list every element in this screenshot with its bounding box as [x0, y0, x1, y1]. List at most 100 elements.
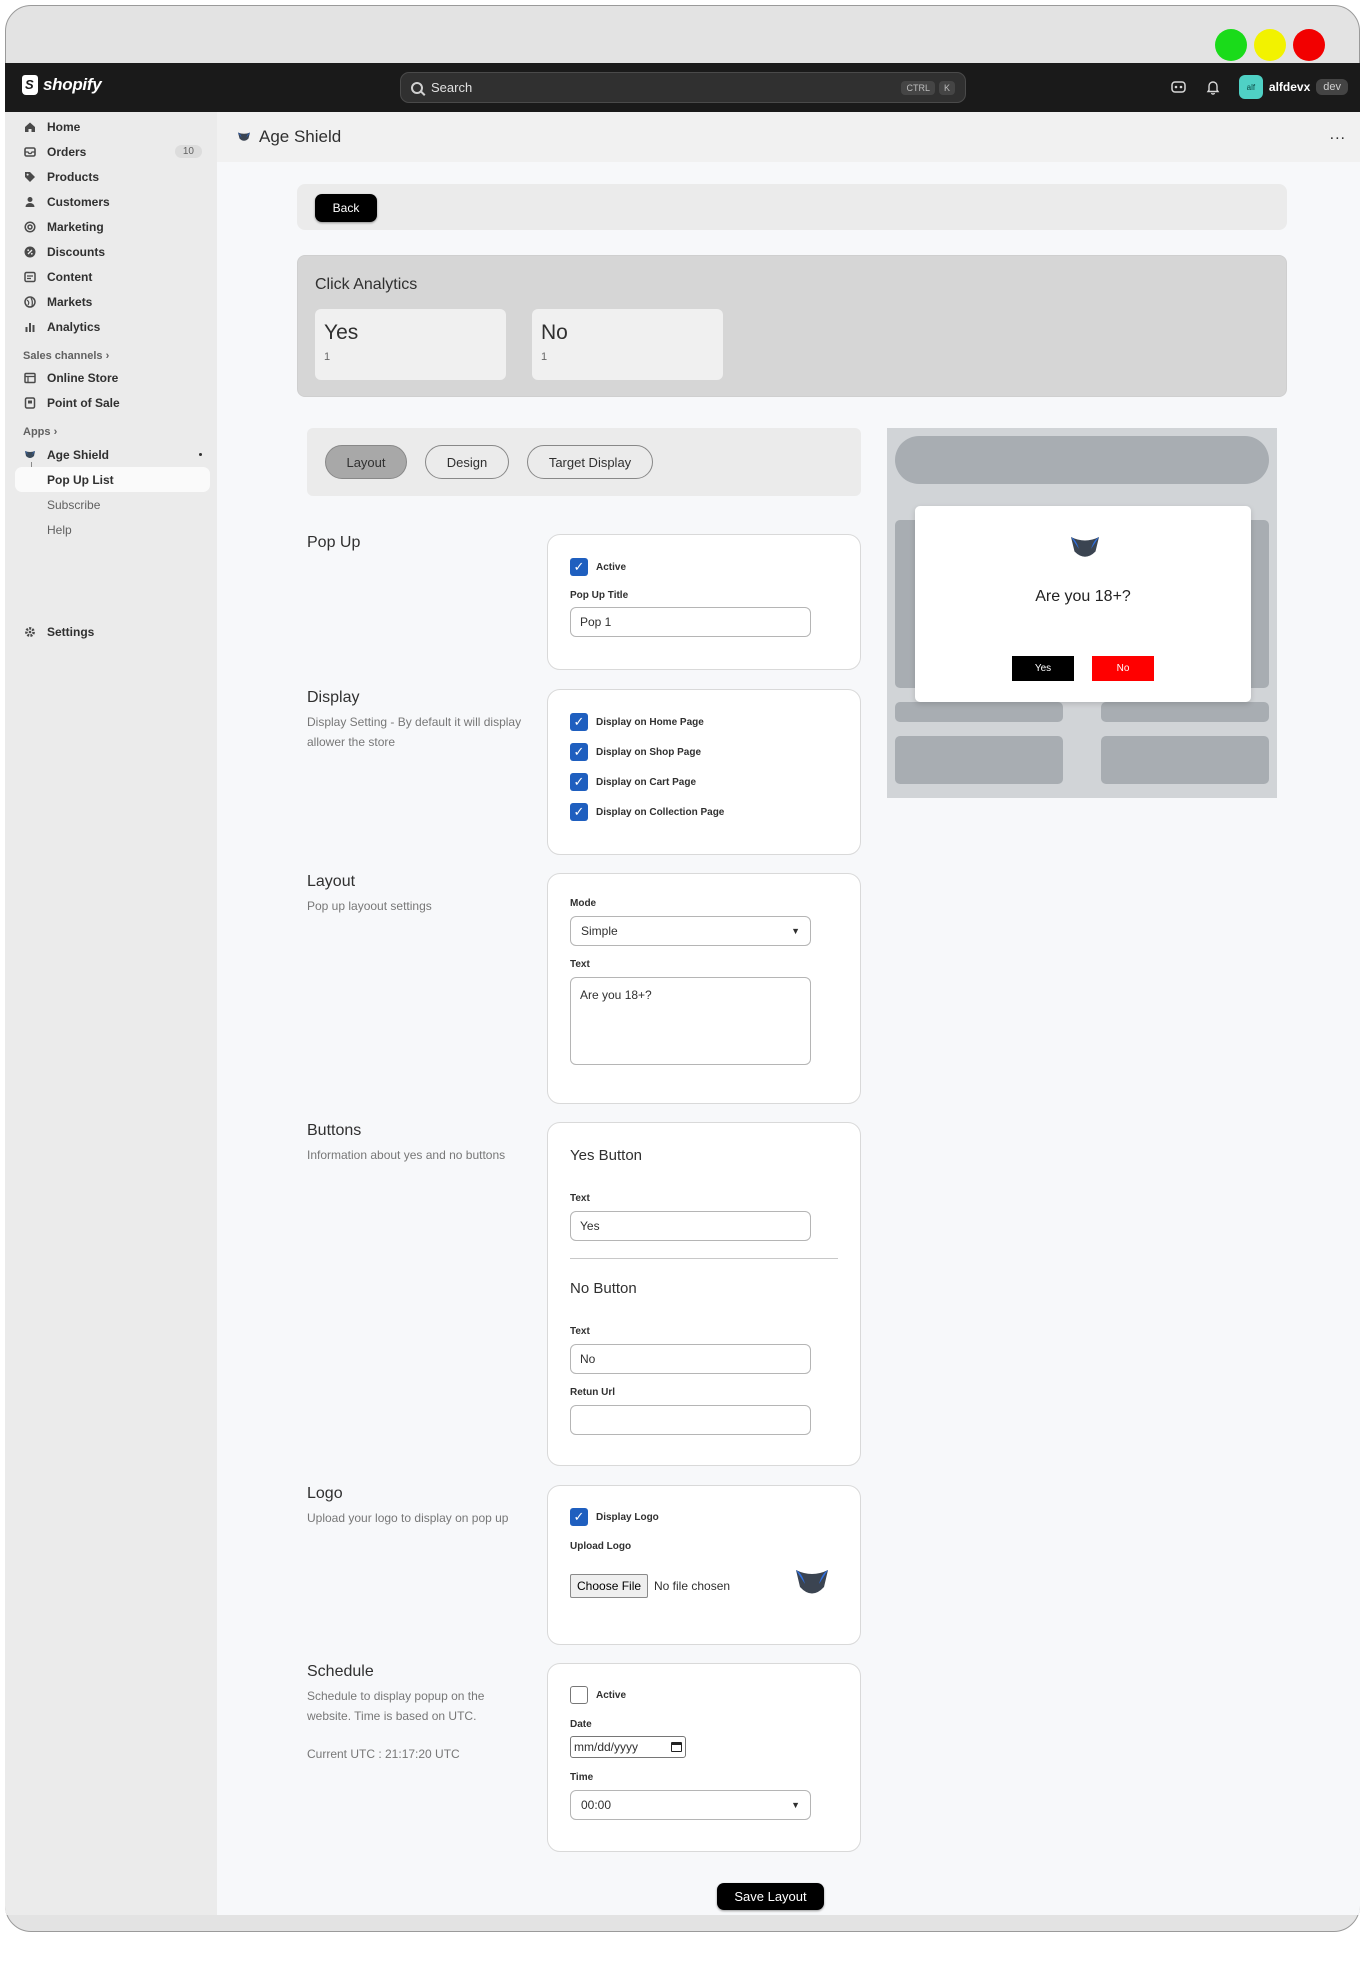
display-collection-checkbox[interactable]: ✓ Display on Collection Page [570, 803, 724, 821]
section-desc-layout: Pop up layoout settings [307, 899, 432, 913]
sidekick-icon[interactable] [1171, 79, 1187, 95]
sidebar-item-subscribe[interactable]: Subscribe [15, 492, 210, 517]
checkbox-label: Active [596, 1689, 627, 1701]
sidebar-item-customers[interactable]: Customers [15, 189, 210, 214]
popup-title-input[interactable]: Pop 1 [570, 607, 811, 637]
sidebar-item-online-store[interactable]: Online Store [15, 365, 210, 390]
checkbox-checked-icon: ✓ [570, 773, 588, 791]
bell-icon[interactable] [1205, 79, 1221, 95]
store-tag: dev [1316, 79, 1348, 95]
sidebar-item-label: Help [47, 522, 72, 537]
sidebar-item-label: Point of Sale [47, 395, 120, 410]
preview-no-button[interactable]: No [1092, 656, 1154, 681]
sidebar-item-products[interactable]: Products [15, 164, 210, 189]
display-card: ✓ Display on Home Page ✓ Display on Shop… [547, 689, 861, 855]
file-status-text: No file chosen [654, 1579, 731, 1593]
logo-preview-image [796, 1570, 828, 1594]
sidebar-item-analytics[interactable]: Analytics [15, 314, 210, 339]
kbd-ctrl: CTRL [901, 80, 935, 95]
no-text-input[interactable]: No [570, 1344, 811, 1374]
display-logo-checkbox[interactable]: ✓ Display Logo [570, 1508, 659, 1526]
buttons-card: Yes Button Text Yes No Button Text No Re… [547, 1122, 861, 1466]
sidebar-item-point-of-sale[interactable]: Point of Sale [15, 390, 210, 415]
popup-text-textarea[interactable]: Are you 18+? [570, 977, 811, 1065]
search-icon [411, 81, 423, 94]
field-label: Text [570, 959, 590, 970]
save-layout-button[interactable]: Save Layout [717, 1883, 824, 1910]
yes-text-input[interactable]: Yes [570, 1211, 811, 1241]
schedule-active-checkbox[interactable]: Active [570, 1686, 626, 1704]
sidebar-item-label: Subscribe [47, 497, 101, 512]
display-cart-checkbox[interactable]: ✓ Display on Cart Page [570, 773, 696, 791]
sidebar-item-settings[interactable]: Settings [15, 619, 210, 644]
sales-channels-heading[interactable]: Sales channels › [23, 350, 109, 362]
date-input[interactable]: mm/dd/yyyy [570, 1736, 686, 1758]
orders-icon [23, 145, 37, 159]
checkbox-checked-icon: ✓ [570, 558, 588, 576]
tab-design[interactable]: Design [425, 445, 509, 479]
field-label: Pop Up Title [570, 590, 629, 601]
sidebar-item-pop-up-list[interactable]: Pop Up List [15, 467, 210, 492]
tab-target-display[interactable]: Target Display [527, 445, 653, 479]
sidebar-item-marketing[interactable]: Marketing [15, 214, 210, 239]
sidebar-item-label: Home [47, 119, 81, 134]
sidebar-item-label: Online Store [47, 370, 119, 385]
sidebar-item-markets[interactable]: Markets [15, 289, 210, 314]
age-shield-logo-icon [238, 132, 250, 141]
checkbox-checked-icon: ✓ [570, 1508, 588, 1526]
sidebar-item-home[interactable]: Home [15, 114, 210, 139]
sidebar-item-label: Marketing [47, 219, 104, 234]
display-shop-checkbox[interactable]: ✓ Display on Shop Page [570, 743, 701, 761]
popup-active-checkbox[interactable]: ✓ Active [570, 558, 626, 576]
sidebar-item-label: Content [47, 269, 93, 284]
sidebar-item-discounts[interactable]: Discounts [15, 239, 210, 264]
date-placeholder: mm/dd/yyyy [574, 1740, 639, 1754]
field-label: Retun Url [570, 1387, 615, 1398]
shopify-bag-icon [22, 75, 38, 95]
analytics-title: Click Analytics [315, 276, 418, 293]
avatar: alf [1238, 75, 1263, 99]
preview-yes-button[interactable]: Yes [1012, 656, 1074, 681]
section-title-popup: Pop Up [307, 534, 361, 551]
calendar-icon[interactable] [671, 1742, 682, 1752]
sidebar-item-content[interactable]: Content [15, 264, 210, 289]
sidebar-item-label: Settings [47, 624, 95, 639]
apps-heading[interactable]: Apps › [23, 426, 57, 438]
mode-select-value: Simple [581, 924, 618, 938]
return-url-input[interactable] [570, 1405, 811, 1435]
sidebar-item-help[interactable]: Help [15, 517, 210, 542]
discount-icon [23, 245, 37, 259]
layout-card: Mode Simple ▼ Text Are you 18+? [547, 873, 861, 1104]
choose-file-button[interactable]: Choose File [570, 1574, 649, 1598]
checkbox-checked-icon: ✓ [570, 803, 588, 821]
content-icon [23, 270, 37, 284]
sidebar-item-label: Orders [47, 144, 87, 159]
checkbox-label: Display Logo [596, 1511, 659, 1523]
time-select[interactable]: 00:00 ▼ [570, 1790, 811, 1820]
mode-select[interactable]: Simple ▼ [570, 916, 811, 946]
checkbox-label: Display on Shop Page [596, 746, 702, 758]
user-menu[interactable]: alf alfdevx dev [1238, 75, 1348, 99]
display-home-checkbox[interactable]: ✓ Display on Home Page [570, 713, 704, 731]
current-utc-text: Current UTC : 21:17:20 UTC [307, 1747, 460, 1761]
back-button[interactable]: Back [315, 194, 377, 222]
checkbox-label: Display on Cart Page [596, 776, 697, 788]
divider [570, 1258, 838, 1259]
schedule-card: Active Date mm/dd/yyyy Time 00:00 ▼ [547, 1663, 861, 1852]
main-content: Age Shield ... Back Click Analytics Yes … [217, 112, 1360, 1915]
section-desc-buttons: Information about yes and no buttons [307, 1148, 506, 1162]
section-title-logo: Logo [307, 1485, 343, 1502]
shopify-logo[interactable]: shopify [22, 75, 102, 95]
section-desc-schedule: Schedule to display popup on the website… [307, 1689, 485, 1723]
orders-count-badge: 10 [174, 145, 202, 158]
sidebar-item-orders[interactable]: Orders 10 [15, 139, 210, 164]
preview-shield-logo-icon [1071, 537, 1099, 557]
sidebar: Home Orders 10 Products Customers Market… [5, 112, 217, 1915]
sidebar-item-label: Pop Up List [47, 472, 114, 487]
more-actions-button[interactable]: ... [1330, 126, 1346, 144]
sidebar-item-age-shield[interactable]: Age Shield [15, 442, 210, 467]
search-input[interactable]: Search CTRL K [400, 72, 966, 103]
tab-layout[interactable]: Layout [325, 445, 407, 479]
pin-dot-icon[interactable] [199, 453, 202, 456]
stat-value: 1 [541, 351, 548, 363]
